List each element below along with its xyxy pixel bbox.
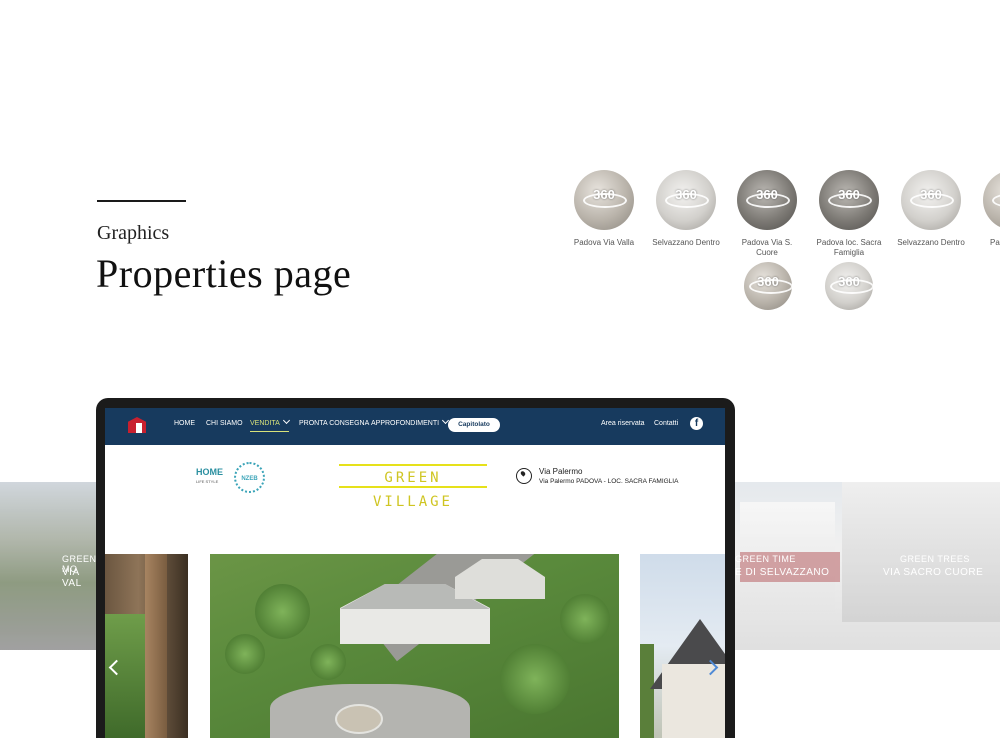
slide-title: E DI SELVAZZANO	[735, 567, 830, 578]
nav-pronta-consegna[interactable]: PRONTA CONSEGNA	[299, 420, 369, 427]
address-subtitle: Via Palermo PADOVA - LOC. SACRA FAMIGLIA	[539, 478, 679, 485]
laptop-mockup: HOME CHI SIAMO VENDITA PRONTA CONSEGNA A…	[96, 398, 735, 738]
tour-360-icon: 360	[737, 170, 797, 230]
tour-thumbnail[interactable]: 360	[733, 262, 803, 310]
tour-thumbnail[interactable]: 360	[814, 262, 884, 310]
carousel-slide-prev[interactable]	[105, 554, 188, 738]
tour-360-icon: 360	[901, 170, 961, 230]
nav-approfondimenti[interactable]: APPROFONDIMENTI	[371, 416, 450, 427]
tour-label: Selvazzano Dentro	[897, 238, 965, 247]
slide-title: VIA VAL	[62, 567, 82, 589]
section-rule	[97, 200, 186, 202]
tour-thumbnail[interactable]: 360 Padova loc. Sacra Famiglia	[814, 170, 884, 258]
carousel-slide-active[interactable]	[210, 554, 619, 738]
page-title: Properties page	[96, 251, 352, 296]
image-carousel[interactable]	[105, 554, 725, 738]
background-slide-right: GREEN TIME E DI SELVAZZANO GREEN TREES V…	[735, 482, 1000, 650]
tour-360-icon: 360	[825, 262, 873, 310]
tour-label: Selvazzano Dentro	[652, 238, 720, 247]
facebook-icon[interactable]: f	[690, 417, 703, 430]
capitolato-button[interactable]: Capitolato	[448, 418, 500, 432]
carousel-slide-next[interactable]	[640, 554, 725, 738]
site-navbar: HOME CHI SIAMO VENDITA PRONTA CONSEGNA A…	[105, 408, 725, 445]
nav-area-riservata[interactable]: Area riservata	[601, 420, 645, 427]
nav-chi-siamo[interactable]: CHI SIAMO	[206, 420, 243, 427]
project-name-logo: GREEN VILLAGE	[339, 464, 487, 510]
tour-label: Pa	[990, 238, 1000, 247]
background-slide-left: GREEN MO VIA VAL	[0, 482, 96, 650]
tour-label: Padova loc. Sacra Famiglia	[816, 238, 882, 257]
tour-thumbnail[interactable]: 360 Padova Via S. Cuore	[732, 170, 802, 258]
tour-thumbnail[interactable]: 360 Pa	[977, 170, 1000, 248]
tour-360-icon: 360	[744, 262, 792, 310]
tour-360-icon: 360	[574, 170, 634, 230]
tour-360-icon: 360	[656, 170, 716, 230]
tour-thumbnail[interactable]: 360 Selvazzano Dentro	[651, 170, 721, 248]
tour-label: Padova Via S. Cuore	[741, 238, 793, 257]
slide-title: VIA SACRO CUORE	[883, 567, 984, 578]
tour-label: Padova Via Valla	[573, 238, 635, 247]
tour-360-icon: 360	[819, 170, 879, 230]
tour-thumbnail[interactable]: 360 Selvazzano Dentro	[896, 170, 966, 248]
location-pin-icon	[516, 468, 532, 484]
tour-360-icon: 360	[983, 170, 1000, 230]
slide-subtitle: GREEN TREES	[900, 554, 970, 564]
section-label: Graphics	[97, 222, 170, 244]
slide-subtitle: GREEN TIME	[735, 554, 796, 564]
nav-contatti[interactable]: Contatti	[654, 420, 678, 427]
nav-home[interactable]: HOME	[174, 420, 195, 427]
tour-thumbnail[interactable]: 360 Padova Via Valla	[569, 170, 639, 248]
nav-vendita[interactable]: VENDITA	[250, 416, 290, 432]
property-header: HOME LIFE STYLE NZEB GREEN VILLAGE Via Pa…	[105, 445, 725, 515]
nzeb-badge-icon: NZEB	[234, 462, 265, 493]
website-screen: HOME CHI SIAMO VENDITA PRONTA CONSEGNA A…	[105, 408, 725, 738]
address-title: Via Palermo	[539, 467, 583, 476]
home-brand-logo: HOME LIFE STYLE	[196, 467, 223, 485]
chevron-down-icon	[282, 416, 290, 425]
